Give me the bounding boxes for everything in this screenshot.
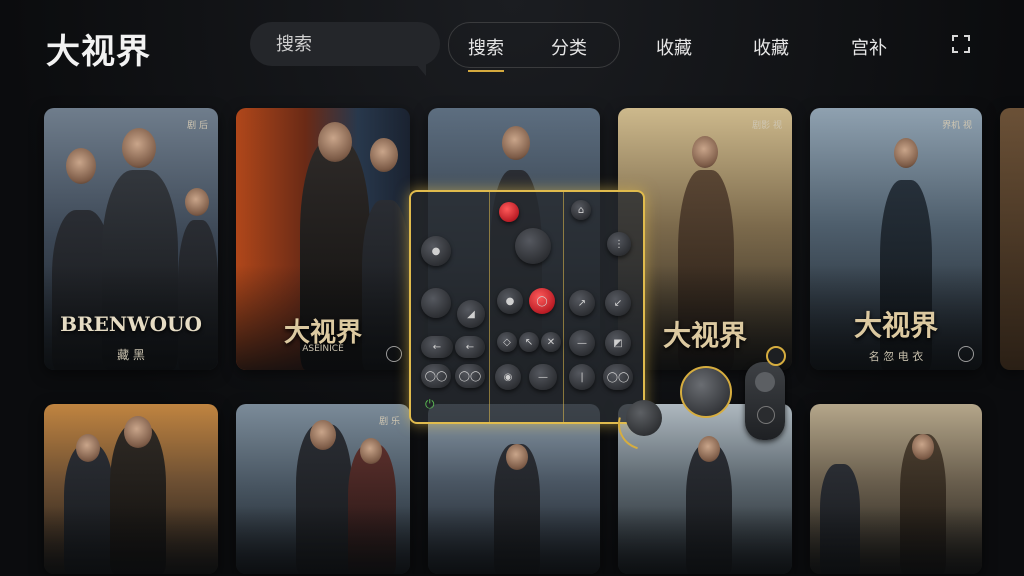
remote-button[interactable]: ◉ [495, 364, 521, 390]
tab-search[interactable]: 搜索 [468, 34, 504, 72]
remote-button[interactable] [515, 228, 551, 264]
app-screen: 大视界 搜索 分类 收藏 收藏 宫补 剧 后 BRENWOUO 藏 黑 大视界 … [0, 0, 1024, 576]
search-pointer [416, 64, 426, 76]
remote-button[interactable]: ◯◯ [603, 364, 633, 390]
remote-control-overlay[interactable]: ● ◢ ← ← ◯◯ ◯◯ ⏻ ● ◯ ◇ ↖ ✕ ◉ — ⌂ ⋮ ↗ ↙ — … [409, 190, 645, 424]
poster-card[interactable]: 剧 后 BRENWOUO 藏 黑 [44, 108, 218, 370]
poster-card[interactable]: 界机 视 大视界 名 忽 电 衣 [810, 108, 982, 370]
remote-button[interactable]: ◯◯ [455, 364, 485, 388]
remote-button[interactable]: — [569, 330, 595, 356]
search-input[interactable] [250, 32, 428, 56]
poster-subtitle: 名 忽 电 衣 [868, 350, 924, 363]
poster-card[interactable] [810, 404, 982, 574]
remote-button[interactable]: ◇ [497, 332, 517, 352]
app-logo: 大视界 [46, 32, 151, 72]
poster-subtitle: ASEINICE [302, 344, 344, 354]
fullscreen-icon[interactable] [952, 35, 970, 53]
poster-subtitle: 藏 黑 [117, 348, 145, 362]
record-button[interactable]: ◯ [529, 288, 555, 314]
remote-button[interactable]: ● [421, 236, 451, 266]
remote-button[interactable]: ⋮ [607, 232, 631, 256]
remote-button[interactable]: ◩ [605, 330, 631, 356]
poster-card[interactable]: 剧 乐 [236, 404, 410, 574]
tab-more[interactable]: 宫补 [851, 34, 887, 60]
poster-tag: 剧 后 [187, 121, 208, 131]
poster-badge-icon [386, 346, 402, 362]
indicator-ring [766, 346, 786, 366]
tab-favorites[interactable]: 收藏 [656, 34, 692, 60]
divider [563, 192, 564, 422]
poster-title: BRENWOUO [60, 312, 202, 336]
remote-button[interactable]: ● [497, 288, 523, 314]
divider [489, 192, 490, 422]
remote-button[interactable] [421, 288, 451, 318]
remote-button[interactable]: ◢ [457, 300, 485, 328]
gamepad-icon[interactable] [745, 362, 785, 440]
poster-tag: 界机 视 [942, 121, 972, 131]
search-box[interactable] [250, 22, 440, 76]
remote-left-button[interactable]: ← [421, 336, 453, 358]
remote-button[interactable]: | [569, 364, 595, 390]
poster-tag: 剧 乐 [379, 417, 400, 427]
remote-button[interactable]: ◯◯ [421, 364, 451, 388]
remote-button[interactable]: — [529, 364, 557, 390]
poster-badge-icon [958, 346, 974, 362]
remote-left-button[interactable]: ← [455, 336, 485, 358]
joystick-icon[interactable] [680, 366, 732, 418]
poster-title: 大视界 [853, 309, 938, 342]
remote-button[interactable]: ↗ [569, 290, 595, 316]
poster-card-partial[interactable] [1000, 108, 1024, 370]
remote-button[interactable]: ↖ [519, 332, 539, 352]
record-button[interactable] [499, 202, 519, 222]
poster-card[interactable]: 大视界 ASEINICE [236, 108, 410, 370]
power-icon[interactable]: ⏻ [425, 397, 435, 412]
remote-button[interactable]: ✕ [541, 332, 561, 352]
tab-favorites-2[interactable]: 收藏 [753, 34, 789, 60]
poster-card[interactable] [44, 404, 218, 574]
remote-button[interactable]: ↙ [605, 290, 631, 316]
poster-card[interactable] [428, 404, 600, 574]
poster-tag: 剧影 视 [752, 121, 782, 131]
tab-category[interactable]: 分类 [551, 34, 587, 60]
remote-button[interactable]: ⌂ [571, 200, 591, 220]
